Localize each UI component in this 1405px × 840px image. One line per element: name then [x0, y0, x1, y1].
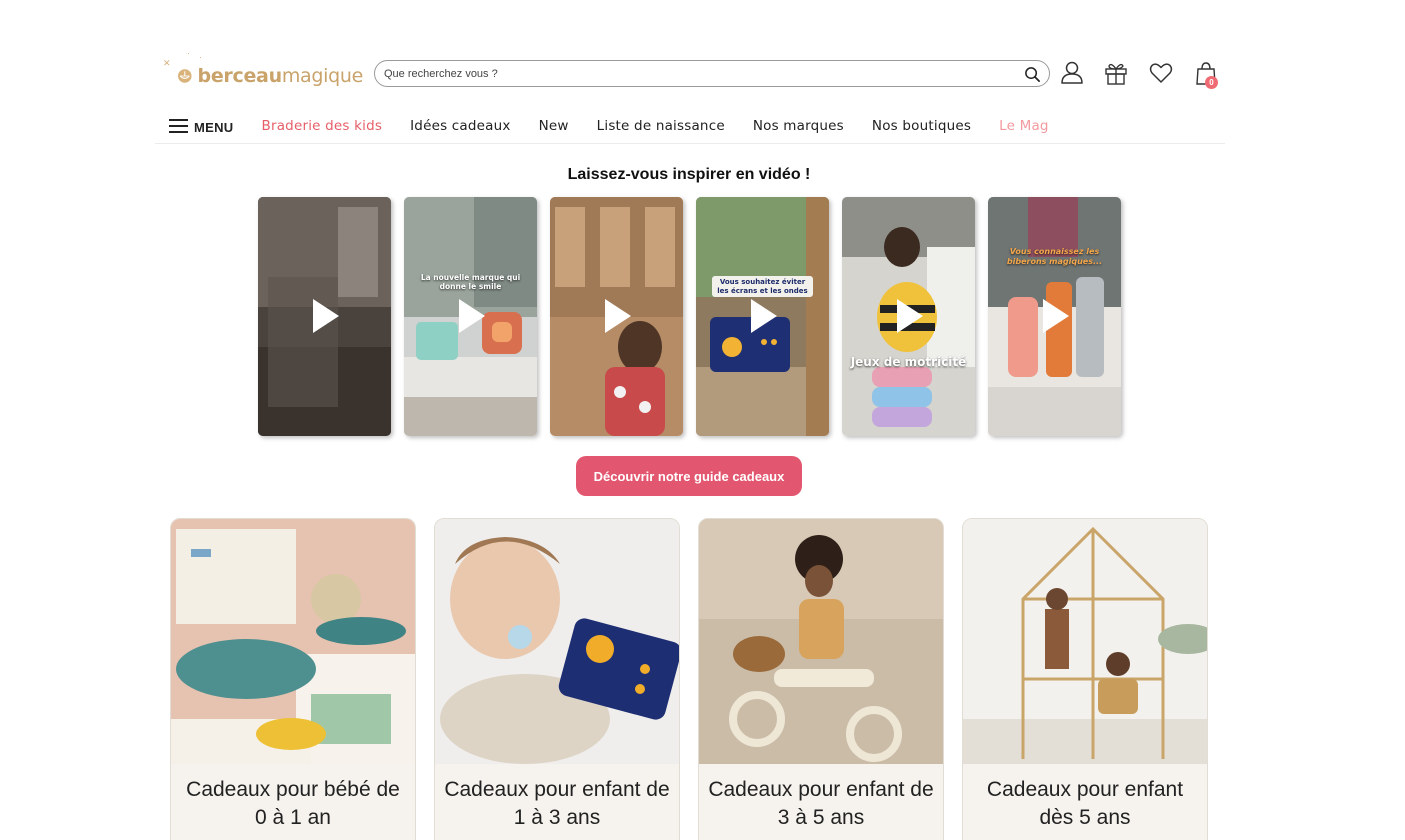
video-carousel: La nouvelle marque qui donne le smile Vo… [258, 197, 1121, 436]
card-image [699, 519, 943, 764]
gift-icon[interactable] [1103, 60, 1129, 86]
card-image [963, 519, 1207, 764]
cradle-logo-icon [178, 69, 192, 83]
gift-card-0-1-year[interactable]: Cadeaux pour bébé de 0 à 1 an [170, 518, 416, 840]
play-icon [459, 299, 485, 333]
video-caption: Jeux de motricité [850, 355, 967, 369]
cart-count-badge: 0 [1205, 76, 1218, 89]
card-title: Cadeaux pour enfant de 3 à 5 ans [708, 778, 934, 829]
gift-card-3-5-years[interactable]: Cadeaux pour enfant de 3 à 5 ans [698, 518, 944, 840]
card-image [435, 519, 679, 764]
site-header: ✕ · · berceaumagique 0 [155, 40, 1225, 144]
nav-link-le-mag[interactable]: Le Mag [999, 118, 1049, 134]
video-thumbnail[interactable] [258, 197, 391, 436]
brand-logo[interactable]: ✕ · · berceaumagique [163, 48, 364, 94]
search-bar [374, 60, 1050, 87]
sparkle-icon: · [187, 48, 190, 58]
gift-guide-button[interactable]: Découvrir notre guide cadeaux [576, 456, 802, 496]
sparkle-icon: · [199, 52, 202, 62]
card-image [171, 519, 415, 764]
heart-icon[interactable] [1148, 60, 1174, 86]
gift-card-1-3-years[interactable]: Cadeaux pour enfant de 1 à 3 ans [434, 518, 680, 840]
card-title: Cadeaux pour enfant dès 5 ans [986, 778, 1184, 829]
videos-section-title: Laissez-vous inspirer en vidéo ! [567, 166, 811, 183]
gift-card-5-plus-years[interactable]: Cadeaux pour enfant dès 5 ans [962, 518, 1208, 840]
video-caption: Vous connaissez les biberons magiques... [1006, 247, 1103, 266]
nav-link-braderie[interactable]: Braderie des kids [261, 118, 382, 134]
video-caption: La nouvelle marque qui donne le smile [420, 273, 521, 291]
menu-label: MENU [194, 120, 234, 135]
play-icon [1043, 299, 1069, 333]
user-icon[interactable] [1059, 60, 1085, 86]
gift-category-cards: Cadeaux pour bébé de 0 à 1 an Cadeaux po… [170, 518, 1208, 840]
search-icon[interactable] [1024, 66, 1041, 83]
play-icon [751, 299, 777, 333]
nav-link-liste-naissance[interactable]: Liste de naissance [597, 118, 725, 134]
main-navigation: MENU Braderie des kids Idées cadeaux New… [169, 116, 1077, 136]
video-thumbnail[interactable] [550, 197, 683, 436]
play-icon [897, 299, 923, 333]
nav-link-new[interactable]: New [539, 118, 569, 134]
play-icon [605, 299, 631, 333]
sparkle-icon: ✕ [163, 58, 171, 68]
nav-link-nos-boutiques[interactable]: Nos boutiques [872, 118, 971, 134]
nav-link-nos-marques[interactable]: Nos marques [753, 118, 844, 134]
video-caption: Vous souhaitez éviter les écrans et les … [712, 276, 813, 297]
hamburger-icon [169, 119, 188, 133]
card-title: Cadeaux pour enfant de 1 à 3 ans [444, 778, 670, 829]
menu-button[interactable]: MENU [169, 117, 233, 135]
video-thumbnail[interactable]: Vous souhaitez éviter les écrans et les … [696, 197, 829, 436]
card-title: Cadeaux pour bébé de 0 à 1 an [186, 778, 400, 829]
search-input[interactable] [384, 67, 1004, 80]
video-thumbnail[interactable]: Jeux de motricité [842, 197, 975, 436]
video-thumbnail[interactable]: La nouvelle marque qui donne le smile [404, 197, 537, 436]
video-thumbnail[interactable]: Vous connaissez les biberons magiques... [988, 197, 1121, 436]
nav-link-idees-cadeaux[interactable]: Idées cadeaux [410, 118, 510, 134]
brand-name: berceaumagique [197, 65, 364, 87]
play-icon [313, 299, 339, 333]
